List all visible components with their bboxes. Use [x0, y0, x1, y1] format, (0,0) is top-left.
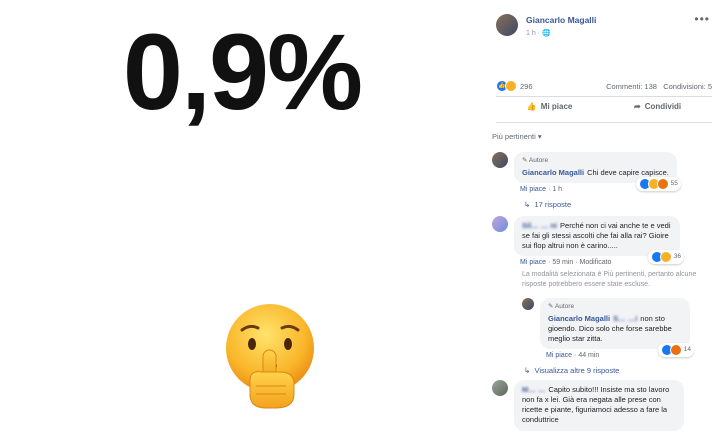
comment-reactions[interactable]: 14: [657, 343, 694, 358]
comment-count[interactable]: Commenti: 138: [606, 82, 657, 91]
comment-time[interactable]: 59 min · Modificato: [552, 259, 611, 266]
comment-author[interactable]: Giancarlo Magalli: [548, 314, 610, 323]
haha-reaction-icon: [505, 80, 517, 92]
comment: ✎ Autore Giancarlo Magalli Chi deve capir…: [492, 152, 681, 193]
avatar[interactable]: [522, 298, 534, 310]
post-time[interactable]: 1 h: [526, 30, 536, 37]
avatar[interactable]: [496, 14, 518, 36]
avatar[interactable]: [492, 380, 508, 396]
mention[interactable]: S… …i: [613, 314, 637, 323]
divider: [496, 96, 712, 97]
thumbs-up-icon: 👍: [526, 102, 537, 111]
comment-reactions[interactable]: 36: [647, 250, 684, 265]
comment-time[interactable]: 44 min: [578, 352, 599, 359]
view-more-replies-link[interactable]: ↳ Visualizza altre 9 risposte: [524, 366, 619, 375]
comment-author[interactable]: Sil… … ni: [522, 221, 557, 230]
comment-reactions[interactable]: 55: [635, 176, 681, 191]
globe-icon: 🌐: [541, 30, 551, 37]
comment-author[interactable]: Giancarlo Magalli: [522, 168, 584, 177]
post-stats: 👍 296 Commenti: 138 Condivisioni: 5: [496, 80, 712, 92]
author-badge: ✎ Autore: [548, 303, 575, 310]
comments-panel: Giancarlo Magalli 1 h · 🌐 ••• 👍 296 Comm…: [484, 0, 724, 434]
comment: M… … Capito subito!!! Insiste ma sto lavo…: [492, 380, 684, 431]
author-badge: ✎ Autore: [522, 157, 549, 164]
comment-text: Chi deve capire capisce.: [587, 167, 669, 177]
filter-notice: La modalità selezionata è Più pertinenti…: [522, 271, 697, 288]
share-arrow-icon: ➦: [634, 102, 641, 111]
headline-text: 0,9%: [122, 11, 363, 132]
post-actions: 👍 Mi piace ➦ Condividi: [496, 102, 712, 111]
comment-bubble: ✎ Autore Giancarlo Magalli Chi deve capir…: [514, 152, 681, 191]
share-count[interactable]: Condivisioni: 5: [663, 82, 712, 91]
comment-bubble: ✎ Autore Giancarlo Magalli S… …i non sto g…: [540, 298, 694, 358]
view-replies-link[interactable]: ↳ 17 risposte: [524, 200, 571, 209]
comment-time[interactable]: 1 h: [552, 186, 562, 193]
post-image[interactable]: 0,9%: [0, 0, 484, 434]
divider: [496, 122, 712, 123]
comment-author[interactable]: M… …: [522, 385, 545, 394]
reaction-summary[interactable]: 👍 296: [496, 80, 533, 92]
comment: Sil… … ni Perché non ci vai anche te e ve…: [492, 216, 684, 266]
post-author[interactable]: Giancarlo Magalli: [526, 15, 596, 25]
comment-like-link[interactable]: Mi piace: [546, 352, 572, 359]
reply: ✎ Autore Giancarlo Magalli S… …i non sto g…: [522, 298, 694, 359]
comment-bubble: M… … Capito subito!!! Insiste ma sto lavo…: [514, 380, 684, 431]
shushing-face-emoji: [226, 304, 314, 409]
sort-dropdown[interactable]: Più pertinenti ▾: [492, 132, 542, 141]
comment-like-link[interactable]: Mi piace: [520, 259, 546, 266]
post-header: Giancarlo Magalli 1 h · 🌐: [496, 14, 596, 37]
comment-like-link[interactable]: Mi piace: [520, 186, 546, 193]
more-options-icon[interactable]: •••: [694, 12, 710, 26]
like-button[interactable]: 👍 Mi piace: [527, 102, 573, 111]
share-button[interactable]: ➦ Condividi: [634, 102, 681, 111]
comment-bubble: Sil… … ni Perché non ci vai anche te e ve…: [514, 216, 684, 265]
avatar[interactable]: [492, 152, 508, 168]
avatar[interactable]: [492, 216, 508, 232]
